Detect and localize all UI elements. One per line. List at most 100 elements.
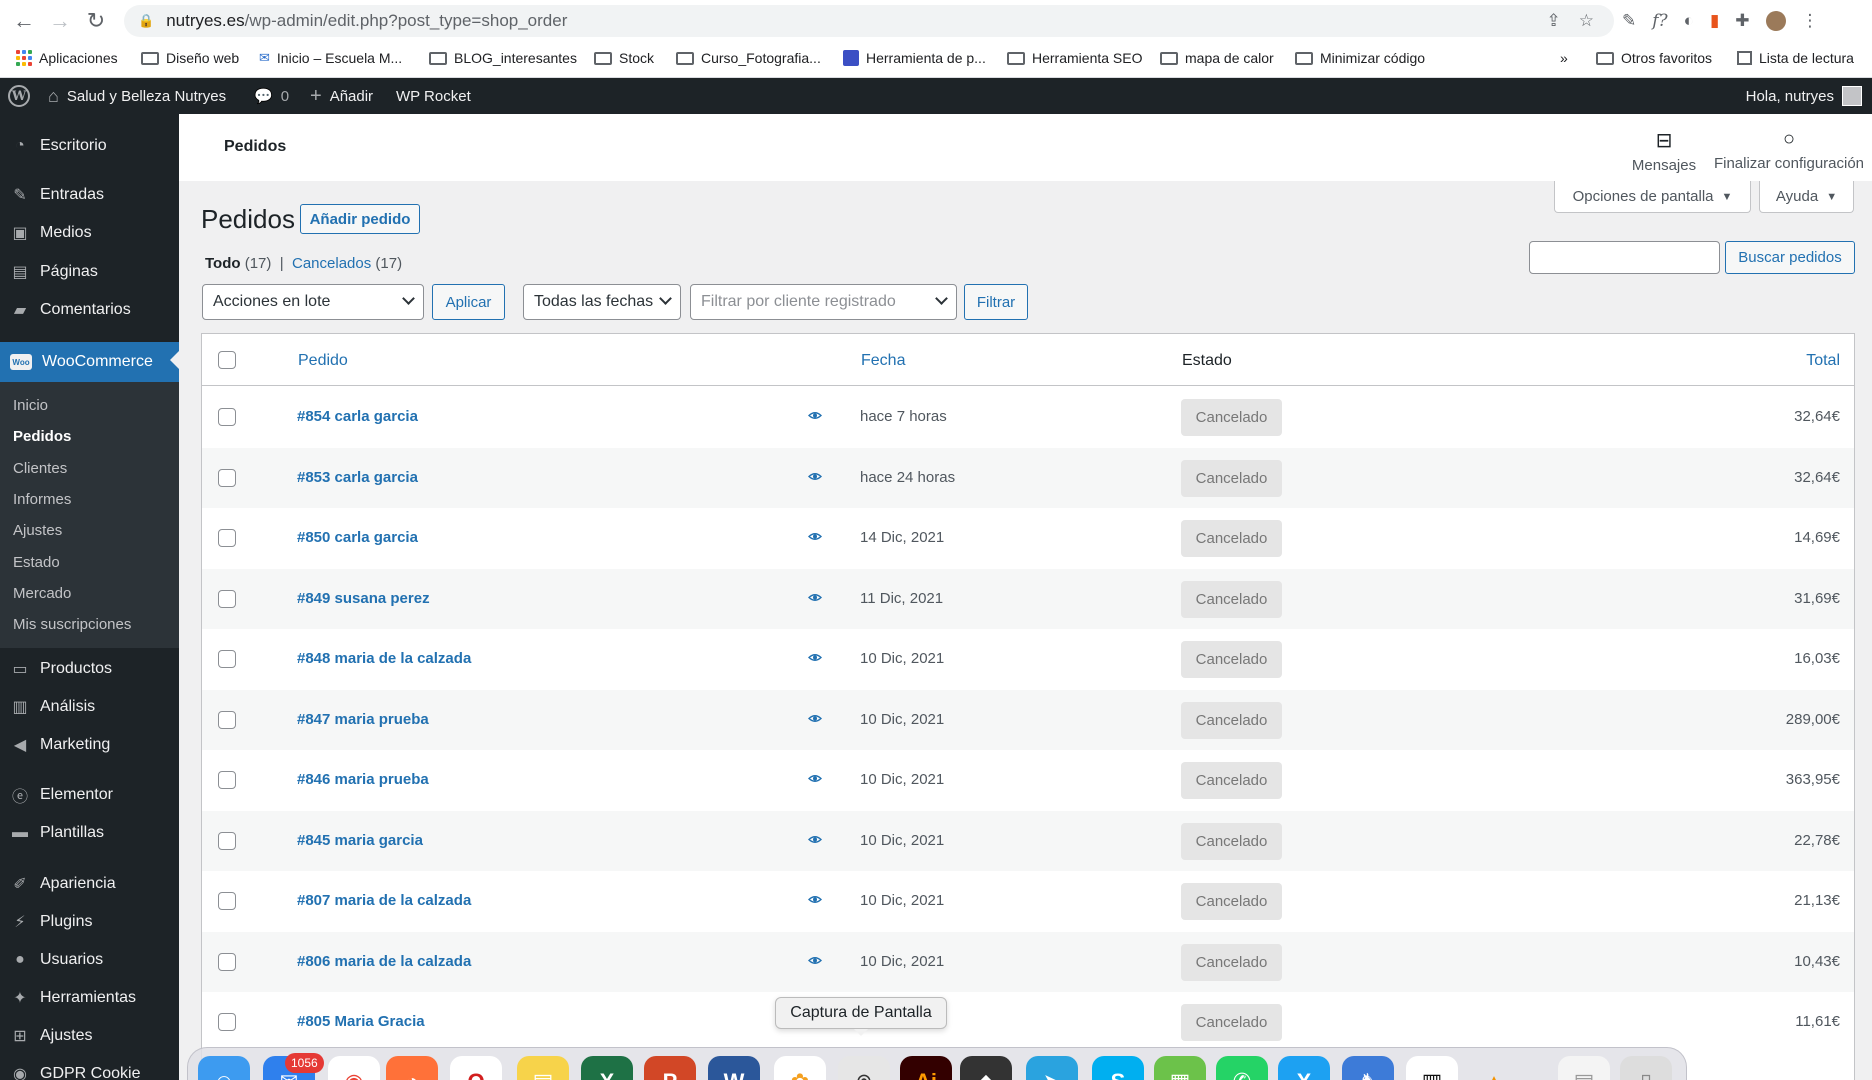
table-row[interactable]: #846 maria prueba 10 Dic, 2021 Cancelado 36… <box>202 750 1854 811</box>
customer-filter-select[interactable]: Filtrar por cliente registrado <box>690 284 957 320</box>
table-row[interactable]: #848 maria de la calzada 10 Dic, 2021 Canc… <box>202 629 1854 690</box>
search-orders-input[interactable] <box>1529 241 1720 274</box>
bookmark-star-icon[interactable]: ☆ <box>1579 11 1594 31</box>
bookmark-curso[interactable]: Curso_Fotografia... <box>676 50 821 66</box>
back-arrow-icon[interactable]: ← <box>6 3 42 39</box>
row-checkbox[interactable] <box>218 650 236 668</box>
table-row[interactable]: #805 Maria Gracia Cancelado 11,61€ <box>202 992 1854 1053</box>
help-button[interactable]: Ayuda ▼ <box>1759 181 1854 213</box>
preview-eye-icon[interactable] <box>808 593 822 602</box>
order-link[interactable]: #805 Maria Gracia <box>297 1013 425 1030</box>
filter-all[interactable]: Todo <box>205 255 241 272</box>
order-link[interactable]: #807 maria de la calzada <box>297 892 471 909</box>
select-all-checkbox[interactable] <box>218 351 236 369</box>
sidebar-item-analisis[interactable]: ▥ Análisis <box>0 689 179 725</box>
comments-link[interactable]: 💬 0 <box>254 78 289 114</box>
row-checkbox[interactable] <box>218 589 236 608</box>
share-icon[interactable]: ⇪ <box>1547 11 1561 31</box>
user-account-menu[interactable]: Hola, nutryes <box>1746 78 1862 114</box>
order-link[interactable]: #845 maria garcia <box>297 832 423 849</box>
preview-eye-icon[interactable] <box>808 411 822 420</box>
column-date[interactable]: Fecha <box>861 352 905 370</box>
preview-eye-icon[interactable] <box>808 835 822 844</box>
sidebar-item-paginas[interactable]: ▤ Páginas <box>0 254 179 290</box>
firefox-icon[interactable]: ◔ <box>386 1056 438 1080</box>
bookmark-stock[interactable]: Stock <box>594 50 654 66</box>
profile-avatar[interactable] <box>1765 11 1786 31</box>
sidebar-item-elementor[interactable]: ⓔ Elementor <box>0 777 179 813</box>
bookmark-minimizar[interactable]: Minimizar código <box>1295 50 1425 66</box>
sidebar-item-entradas[interactable]: ✎ Entradas <box>0 177 179 213</box>
row-checkbox[interactable] <box>218 529 236 547</box>
sidebar-item-comentarios[interactable]: ▰ Comentarios <box>0 292 179 328</box>
finder-icon[interactable]: ☺ <box>198 1056 250 1080</box>
table-row[interactable]: #849 susana perez 11 Dic, 2021 Cancelado 31… <box>202 568 1854 629</box>
screenshot-icon[interactable]: ⌾ <box>838 1056 890 1080</box>
bookmark-herramienta-seo[interactable]: Herramienta SEO <box>1007 50 1142 66</box>
order-link[interactable]: #854 carla garcia <box>297 408 418 425</box>
column-total[interactable]: Total <box>1806 352 1840 370</box>
sidebar-item-usuarios[interactable]: ● Usuarios <box>0 942 179 978</box>
wp-logo-menu[interactable]: W <box>8 78 30 114</box>
extension-red-icon[interactable]: ▮ <box>1710 11 1719 31</box>
table-row[interactable]: #853 carla garcia hace 24 horas Cancelado 3… <box>202 447 1854 508</box>
silhouette-app-icon[interactable]: ♞ <box>1342 1056 1394 1080</box>
sidebar-item-woocommerce[interactable]: Woo WooCommerce <box>0 342 179 382</box>
reload-icon[interactable]: ↻ <box>78 3 114 39</box>
trash-icon[interactable]: ▯ <box>1620 1056 1672 1080</box>
submenu-inicio[interactable]: Inicio <box>13 397 48 414</box>
table-row[interactable]: #806 maria de la calzada 10 Dic, 2021 Canc… <box>202 931 1854 992</box>
row-checkbox[interactable] <box>218 408 236 426</box>
extension-font-icon[interactable]: f? <box>1652 11 1667 31</box>
row-checkbox[interactable] <box>218 468 236 487</box>
search-orders-button[interactable]: Buscar pedidos <box>1725 241 1855 274</box>
add-order-button[interactable]: Añadir pedido <box>300 204 420 234</box>
row-checkbox[interactable] <box>218 710 236 729</box>
submenu-clientes[interactable]: Clientes <box>13 460 67 477</box>
preview-eye-icon[interactable] <box>808 714 822 723</box>
filmora-icon[interactable]: ◆ <box>960 1056 1012 1080</box>
bookmarks-overflow-button[interactable]: » <box>1560 50 1568 66</box>
submenu-informes[interactable]: Informes <box>13 491 71 508</box>
messages-button[interactable]: ⊟ Mensajes <box>1619 128 1709 174</box>
sidebar-item-ajustes[interactable]: ⊞ Ajustes <box>0 1018 179 1054</box>
bookmark-mapa-calor[interactable]: mapa de calor <box>1160 50 1274 66</box>
row-checkbox[interactable] <box>218 1013 236 1031</box>
sidebar-item-medios[interactable]: ▣ Medios <box>0 215 179 251</box>
preview-eye-icon[interactable] <box>808 653 822 662</box>
bookmark-otros-favoritos[interactable]: Otros favoritos <box>1596 50 1712 66</box>
telegram-icon[interactable]: ➤ <box>1026 1056 1078 1080</box>
extension-wappalyzer-icon[interactable]: ◐ <box>1684 11 1694 31</box>
sidebar-item-plugins[interactable]: ⚡ Plugins <box>0 904 179 940</box>
preview-eye-icon[interactable] <box>808 956 822 965</box>
wp-rocket-menu[interactable]: WP Rocket <box>396 78 471 114</box>
screen-options-button[interactable]: Opciones de pantalla ▼ <box>1554 181 1751 213</box>
reading-list[interactable]: Lista de lectura <box>1737 50 1854 66</box>
feedly-icon[interactable]: ▦ <box>1154 1056 1206 1080</box>
illustrator-icon[interactable]: Ai <box>900 1056 952 1080</box>
sidebar-item-apariencia[interactable]: ✐ Apariencia <box>0 866 179 902</box>
bookmark-blog[interactable]: BLOG_interesantes <box>429 50 577 66</box>
skype-icon[interactable]: S <box>1092 1056 1144 1080</box>
add-new-menu[interactable]: + Añadir <box>310 78 373 114</box>
opera-icon[interactable]: O <box>450 1056 502 1080</box>
apply-button[interactable]: Aplicar <box>432 284 505 320</box>
finish-setup-button[interactable]: ○ Finalizar configuración <box>1709 128 1869 172</box>
row-checkbox[interactable] <box>218 952 236 971</box>
extensions-puzzle-icon[interactable]: ✚ <box>1735 11 1749 31</box>
sidebar-item-plantillas[interactable]: ▬ Plantillas <box>0 815 179 851</box>
table-row[interactable]: #847 maria prueba 10 Dic, 2021 Cancelado 28… <box>202 689 1854 750</box>
sidebar-item-herramientas[interactable]: ✦ Herramientas <box>0 980 179 1016</box>
excel-icon[interactable]: X <box>581 1056 633 1080</box>
photos-icon[interactable]: ✿ <box>774 1056 826 1080</box>
order-link[interactable]: #846 maria prueba <box>297 771 429 788</box>
table-row[interactable]: #854 carla garcia hace 7 horas Cancelado 32… <box>202 387 1854 448</box>
filter-cancelled[interactable]: Cancelados <box>292 255 371 272</box>
powerpoint-icon[interactable]: P <box>644 1056 696 1080</box>
browser-menu-icon[interactable]: ⋮ <box>1802 11 1819 31</box>
preview-eye-icon[interactable] <box>808 532 822 541</box>
sidebar-item-marketing[interactable]: ◀ Marketing <box>0 727 179 763</box>
row-checkbox[interactable] <box>218 831 236 850</box>
chrome-icon[interactable]: ◉ <box>328 1056 380 1080</box>
site-name-link[interactable]: ⌂ Salud y Belleza Nutryes <box>48 78 226 114</box>
